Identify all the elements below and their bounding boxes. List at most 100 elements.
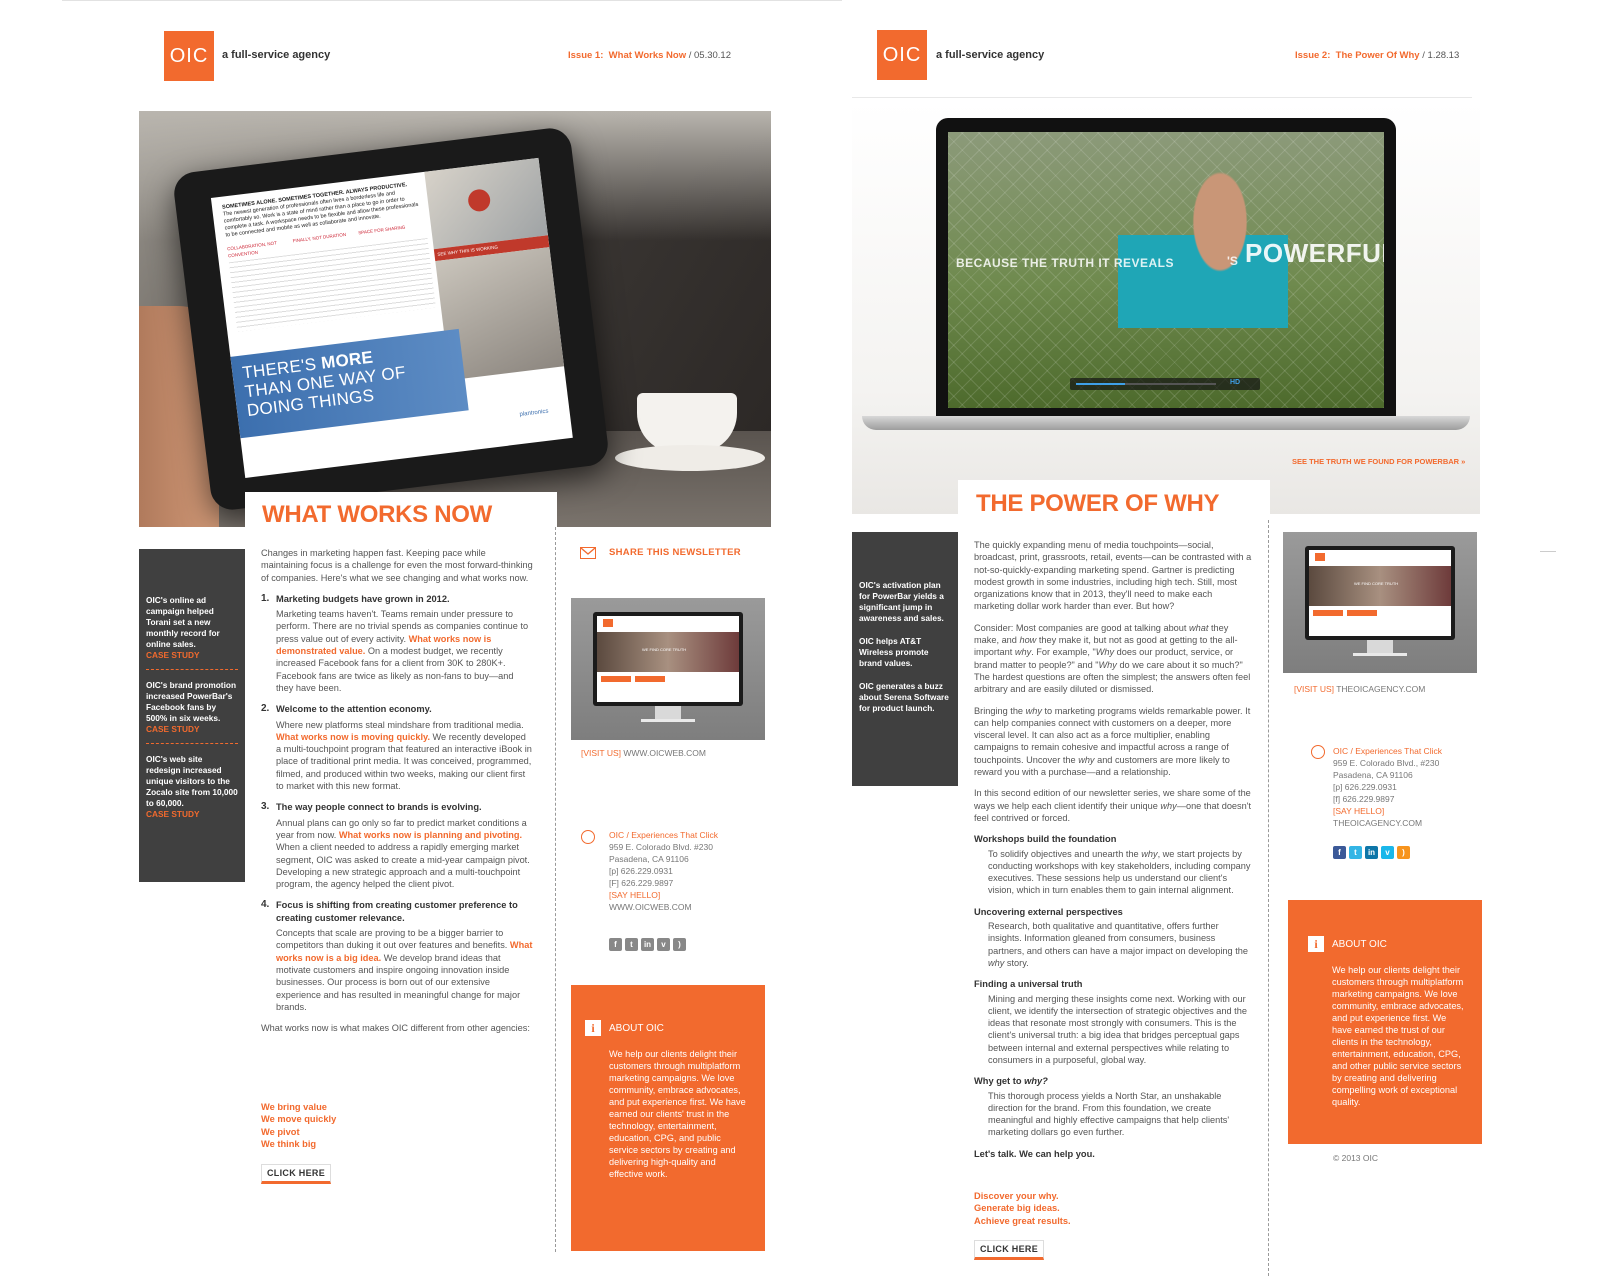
laptop-screen: BECAUSE THE TRUTH IT REVEALS 'S POWERFUL… (948, 132, 1384, 408)
play-icon (466, 188, 492, 213)
issue-label: Issue 1: (568, 50, 604, 61)
facebook-icon[interactable]: f (1333, 846, 1346, 859)
list-item: 4. Focus is shifting from creating custom… (261, 899, 533, 1013)
rss-icon[interactable]: ) (1397, 846, 1410, 859)
cta-link[interactable]: Discover your why. (974, 1190, 1071, 1202)
text-run: what (1189, 622, 1209, 633)
case-study-sidebar: OIC's activation plan for PowerBar yield… (852, 532, 958, 786)
list-item: 3. The way people connect to brands is ev… (261, 801, 533, 890)
share-newsletter-link[interactable]: SHARE THIS NEWSLETTER (609, 547, 741, 558)
item-highlight: What works now is moving quickly. (276, 731, 430, 742)
rss-icon[interactable]: ) (673, 938, 686, 951)
visit-us[interactable]: [VISIT US] WWW.OICWEB.COM (581, 748, 706, 758)
sidebar-text: OIC's web site redesign increased unique… (146, 754, 238, 808)
section-text: Research, both qualitative and quantitat… (974, 920, 1252, 969)
about-title: ABOUT OIC (1332, 938, 1387, 950)
address-line: Pasadena, CA 91106 (1333, 770, 1413, 780)
list-item: 2. Welcome to the attention economy. Where… (261, 703, 533, 792)
text-run: why? (1024, 1076, 1048, 1087)
phone-icon (581, 830, 595, 844)
web-link[interactable]: THEOICAGENCY.COM (1333, 817, 1442, 829)
progress-track[interactable] (1076, 383, 1216, 385)
mini-tile (1347, 610, 1377, 616)
click-here-button[interactable]: CLICK HERE (261, 1164, 332, 1184)
column-divider (555, 527, 556, 1252)
vimeo-icon[interactable]: v (1381, 846, 1394, 859)
website-thumbnail[interactable]: WE FIND CORE TRUTH (1283, 532, 1477, 673)
vimeo-icon[interactable]: v (657, 938, 670, 951)
oic-logo[interactable]: OIC (877, 30, 927, 80)
item-highlight: What works now is planning and pivoting. (338, 829, 523, 840)
text-run: why (1160, 800, 1177, 811)
hero-image-tablet: SOMETIMES ALONE. SOMETIMES TOGETHER. ALW… (139, 111, 771, 527)
click-here-button[interactable]: CLICK HERE (974, 1240, 1045, 1260)
linkedin-icon[interactable]: in (1365, 846, 1378, 859)
sidebar-item[interactable]: OIC helps AT&T Wireless promote brand va… (859, 636, 951, 669)
video-controls[interactable]: HD (1070, 378, 1260, 390)
text-run: Why get to (974, 1076, 1025, 1087)
say-hello-link[interactable]: [SAY HELLO] (609, 889, 718, 901)
page-title: WHAT WORKS NOW (262, 501, 492, 528)
tagline: a full-service agency (222, 49, 331, 61)
oic-logo[interactable]: OIC (164, 31, 214, 81)
closing-paragraph: What works now is what makes OIC differe… (261, 1023, 530, 1034)
about-heading: i ABOUT OIC (585, 1020, 751, 1036)
twitter-icon[interactable]: t (625, 938, 638, 951)
section-heading: Finding a universal truth (974, 979, 1083, 990)
contact-head: OIC / Experiences That Click (609, 830, 718, 840)
item-heading: Focus is shifting from creating customer… (276, 900, 518, 923)
text-run: story. (1004, 957, 1029, 968)
case-study-link[interactable]: CASE STUDY (146, 809, 199, 819)
sidebar-item[interactable]: OIC's activation plan for PowerBar yield… (859, 580, 951, 624)
text-run: why (1025, 705, 1042, 716)
address-line: 959 E. Colorado Blvd., #230 (1333, 758, 1440, 768)
value-link[interactable]: We bring value (261, 1101, 336, 1113)
value-link[interactable]: We think big (261, 1138, 336, 1150)
cta-link[interactable]: Achieve great results. (974, 1215, 1071, 1227)
text-run: . For example, " (1031, 647, 1096, 658)
issue-title: What Works Now (608, 50, 687, 61)
sidebar-text: OIC's online ad campaign helped Torani s… (146, 595, 220, 649)
value-link[interactable]: We pivot (261, 1126, 336, 1138)
issue-sep: / (688, 50, 692, 61)
paragraph: Bringing the why to marketing programs w… (974, 705, 1252, 779)
hd-badge[interactable]: HD (1230, 379, 1240, 386)
case-study-link[interactable]: CASE STUDY (146, 650, 199, 660)
text-run: Consider: Most companies are good at tal… (974, 622, 1190, 633)
mini-tagline: WE FIND CORE TRUTH (642, 647, 687, 652)
case-study-link[interactable]: CASE STUDY (146, 724, 199, 734)
list-item: 1. Marketing budgets have grown in 2012. M… (261, 593, 533, 694)
twitter-icon[interactable]: t (1349, 846, 1362, 859)
monitor-screen: WE FIND CORE TRUTH (597, 616, 739, 702)
visit-us[interactable]: [VISIT US] THEOICAGENCY.COM (1294, 684, 1425, 694)
issue-date: 05.30.12 (694, 50, 731, 61)
mini-tile (635, 676, 665, 682)
fax: [f] 626.229.9897 (1333, 794, 1395, 804)
tablet-video (424, 157, 548, 250)
item-text: Concepts that scale are proving to be a … (276, 928, 510, 951)
info-icon: i (1308, 936, 1324, 952)
phone: [p] 626.229.0931 (1333, 782, 1397, 792)
tablet-screen: SOMETIMES ALONE. SOMETIMES TOGETHER. ALW… (210, 157, 573, 478)
intro-paragraph: Changes in marketing happen fast. Keepin… (261, 548, 533, 583)
mail-icon[interactable] (580, 547, 596, 559)
hero-text: 'S (1227, 254, 1238, 268)
section-text: This thorough process yields a North Sta… (988, 1090, 1230, 1138)
sidebar-item[interactable]: OIC generates a buzz about Serena Softwa… (859, 681, 951, 714)
value-link[interactable]: We move quickly (261, 1113, 336, 1125)
web-link[interactable]: WWW.OICWEB.COM (609, 901, 718, 913)
sidebar-item: OIC's online ad campaign helped Torani s… (146, 595, 238, 661)
monitor-stand (1367, 640, 1393, 654)
linkedin-icon[interactable]: in (641, 938, 654, 951)
section-heading: Workshops build the foundation (974, 834, 1117, 845)
tagline: a full-service agency (936, 49, 1045, 61)
say-hello-link[interactable]: [SAY HELLO] (1333, 805, 1442, 817)
monitor: WE FIND CORE TRUTH (1305, 546, 1455, 640)
facebook-icon[interactable]: f (609, 938, 622, 951)
address-line: 959 E. Colorado Blvd. #230 (609, 842, 713, 852)
item-heading: Welcome to the attention economy. (276, 704, 432, 715)
cta-link[interactable]: Generate big ideas. (974, 1202, 1071, 1214)
website-thumbnail[interactable]: WE FIND CORE TRUTH (571, 598, 765, 740)
paragraph: In this second edition of our newsletter… (974, 787, 1252, 824)
powerbar-link[interactable]: SEE THE TRUTH WE FOUND FOR POWERBAR » (1292, 457, 1465, 466)
